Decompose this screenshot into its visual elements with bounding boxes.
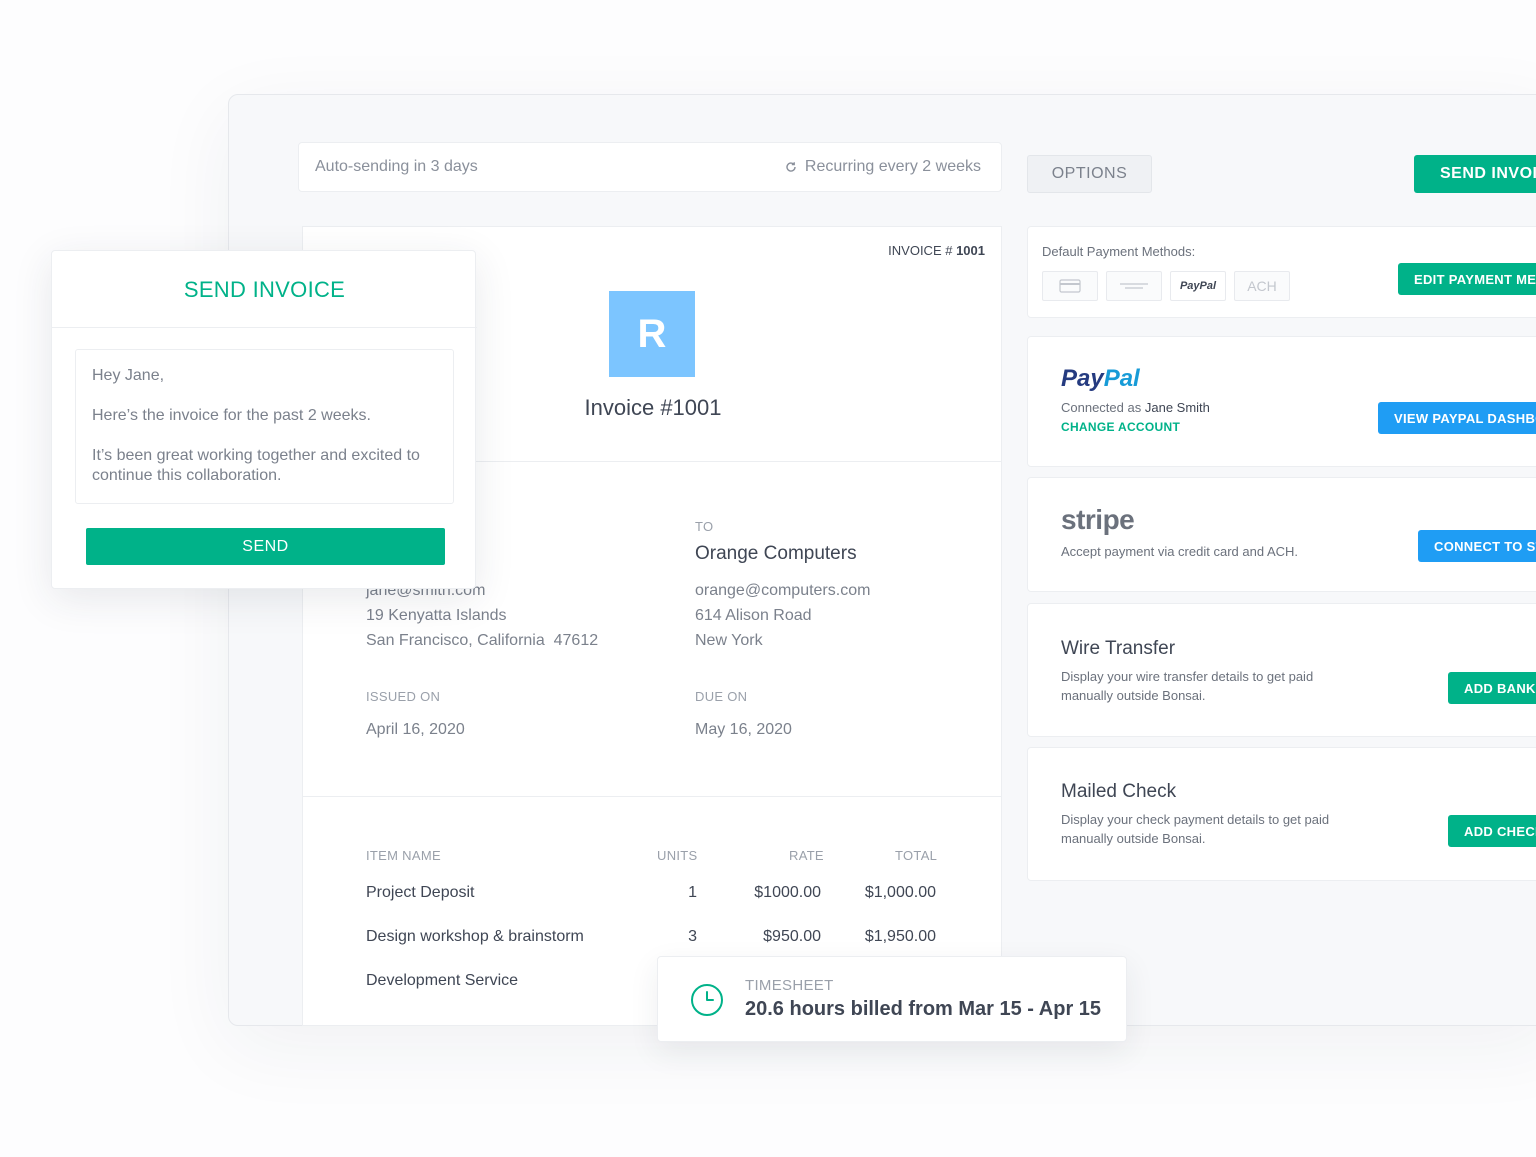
message-textarea[interactable]: Hey Jane, Here’s the invoice for the pas… — [75, 349, 454, 504]
mailed-check-description: Display your check payment details to ge… — [1061, 812, 1330, 846]
from-address-line1: 19 Kenyatta Islands — [366, 607, 507, 624]
timesheet-label: TIMESHEET — [745, 977, 834, 994]
item-units: 3 — [688, 928, 697, 945]
column-header-item: ITEM NAME — [366, 848, 441, 863]
bank-transfer-icon[interactable] — [1106, 271, 1162, 301]
item-total: $1,000.00 — [864, 884, 936, 901]
paypal-logo: PayPal — [1061, 365, 1140, 393]
client-name: Orange Computers — [695, 543, 857, 564]
issued-label: ISSUED ON — [366, 689, 441, 704]
from-address-line2: San Francisco, California 47612 — [366, 632, 599, 649]
wire-transfer-description: Display your wire transfer details to ge… — [1061, 669, 1314, 703]
paypal-logo-pay: Pay — [1061, 365, 1104, 392]
company-logo: R — [609, 291, 695, 377]
issued-date: April 16, 2020 — [366, 721, 465, 738]
change-account-link[interactable]: CHANGE ACCOUNT — [1061, 420, 1180, 434]
default-payment-methods-panel: Default Payment Methods: PayPal ACH EDIT… — [1027, 226, 1536, 318]
paypal-panel: PayPal Connected as Jane Smith CHANGE AC… — [1027, 336, 1536, 467]
dialog-title: SEND INVOICE — [183, 277, 346, 302]
wire-transfer-panel: Wire Transfer Display your wire transfer… — [1027, 603, 1536, 737]
mailed-check-title: Mailed Check — [1061, 781, 1177, 802]
message-line-1: Here’s the invoice for the past 2 weeks. — [92, 407, 371, 424]
item-rate: $1000.00 — [754, 884, 821, 901]
edit-payment-methods-button[interactable]: EDIT PAYMENT METHODS — [1398, 263, 1536, 295]
stripe-description: Accept payment via credit card and ACH. — [1061, 544, 1299, 559]
client-address-line1: 614 Alison Road — [695, 607, 812, 624]
add-bank-button[interactable]: ADD BANK — [1448, 672, 1536, 704]
auto-send-bar: Auto-sending in 3 days Recurring every 2… — [298, 142, 1002, 192]
due-date: May 16, 2020 — [695, 721, 792, 738]
column-header-units: UNITS — [657, 848, 698, 863]
send-invoice-dialog: SEND INVOICE Hey Jane, Here’s the invoic… — [51, 250, 477, 589]
auto-send-text: Auto-sending in 3 days — [315, 158, 478, 175]
message-line-2: It’s been great working together and exc… — [92, 447, 420, 484]
connected-name: Jane Smith — [1144, 400, 1210, 415]
connected-prefix: Connected as — [1061, 400, 1142, 415]
client-email: orange@computers.com — [695, 582, 871, 599]
due-label: DUE ON — [695, 689, 748, 704]
divider — [52, 327, 477, 328]
connect-to-stripe-button[interactable]: CONNECT TO STRIPE — [1418, 530, 1536, 562]
paypal-badge[interactable]: PayPal — [1170, 271, 1226, 301]
stripe-logo: stripe — [1061, 504, 1135, 535]
credit-card-icon[interactable] — [1042, 271, 1098, 301]
ach-badge[interactable]: ACH — [1234, 271, 1290, 301]
column-header-rate: RATE — [789, 848, 824, 863]
client-address-line2: New York — [695, 632, 763, 649]
invoice-number-prefix: INVOICE # — [888, 243, 953, 258]
send-button[interactable]: SEND — [86, 528, 445, 565]
clock-icon — [691, 984, 723, 1016]
payment-methods-label: Default Payment Methods: — [1042, 244, 1196, 259]
item-rate: $950.00 — [763, 928, 821, 945]
send-invoice-button[interactable]: SEND INVOICE — [1414, 155, 1536, 193]
refresh-icon — [786, 162, 796, 172]
message-greeting: Hey Jane, — [92, 367, 165, 384]
timesheet-summary: 20.6 hours billed from Mar 15 - Apr 15 — [745, 998, 1102, 1020]
invoice-number: INVOICE # 1001 — [888, 243, 985, 258]
options-button[interactable]: OPTIONS — [1027, 155, 1152, 193]
recurring-info[interactable]: Recurring every 2 weeks — [785, 158, 981, 176]
wire-transfer-title: Wire Transfer — [1061, 638, 1176, 659]
invoice-number-value: 1001 — [956, 243, 985, 258]
recurring-text: Recurring every 2 weeks — [804, 158, 981, 175]
column-header-total: TOTAL — [895, 848, 938, 863]
add-check-button[interactable]: ADD CHECK — [1448, 815, 1536, 847]
item-name: Development Service — [366, 972, 519, 989]
mailed-check-panel: Mailed Check Display your check payment … — [1027, 747, 1536, 881]
item-total: $1,950.00 — [864, 928, 936, 945]
view-paypal-dashboard-button[interactable]: VIEW PAYPAL DASHBOARD — [1378, 402, 1536, 434]
item-name: Design workshop & brainstorm — [366, 928, 584, 945]
to-label: TO — [695, 519, 714, 534]
divider — [303, 796, 1001, 797]
paypal-connected-text: Connected as Jane Smith — [1061, 398, 1210, 417]
item-units: 1 — [688, 884, 697, 901]
paypal-logo-pal: Pal — [1103, 365, 1140, 392]
item-name: Project Deposit — [366, 884, 475, 901]
stripe-panel: stripe Accept payment via credit card an… — [1027, 477, 1536, 592]
timesheet-card[interactable]: TIMESHEET 20.6 hours billed from Mar 15 … — [657, 956, 1127, 1042]
